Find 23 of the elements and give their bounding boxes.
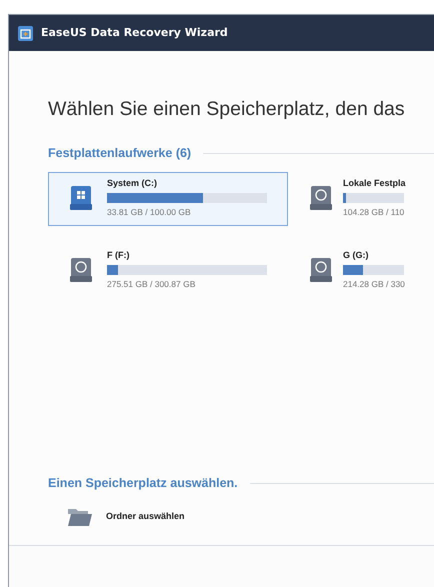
page-heading: Wählen Sie einen Speicherplatz, den das bbox=[48, 97, 406, 122]
drive-name: F (F:) bbox=[107, 248, 130, 262]
section-title: Einen Speicherplatz auswählen. bbox=[48, 475, 238, 492]
section-title: Festplattenlaufwerke (6) bbox=[48, 145, 192, 162]
folder-option[interactable]: Ordner auswählen bbox=[106, 510, 185, 524]
app-icon bbox=[18, 26, 33, 40]
drive-name: G (G:) bbox=[343, 248, 370, 262]
drive-size: 104.28 GB / 110 bbox=[343, 206, 406, 220]
drive-tile[interactable]: Lokale Festpla 104.28 GB / 110 bbox=[302, 172, 434, 226]
drive-size: 214.28 GB / 330 bbox=[343, 278, 405, 292]
folder-icon bbox=[68, 507, 92, 527]
drive-tile[interactable]: G (G:) 214.28 GB / 330 bbox=[302, 244, 434, 298]
drive-name: System (C:) bbox=[107, 176, 158, 190]
hard-drive-icon bbox=[309, 257, 333, 283]
drive-tile[interactable]: F (F:) 275.51 GB / 300.87 GB bbox=[48, 244, 288, 298]
drive-tile[interactable]: System (C:) 33.81 GB / 100.00 GB bbox=[48, 172, 288, 226]
hard-drive-icon bbox=[309, 185, 333, 211]
window-title: EaseUS Data Recovery Wizard bbox=[41, 24, 228, 41]
hard-drive-icon bbox=[69, 257, 93, 283]
drive-name: Lokale Festpla bbox=[343, 176, 406, 190]
drive-size: 275.51 GB / 300.87 GB bbox=[107, 278, 196, 292]
windows-drive-icon bbox=[69, 185, 93, 211]
drive-size: 33.81 GB / 100.00 GB bbox=[107, 206, 192, 220]
